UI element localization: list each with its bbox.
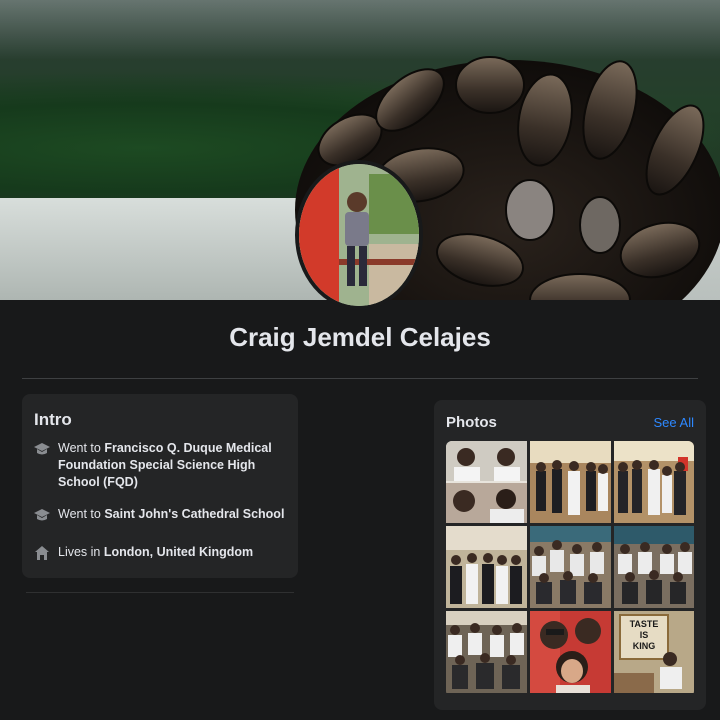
photo-thumbnail[interactable] [614,526,694,608]
intro-item-prefix: Lives in [58,545,104,559]
header-divider [22,378,698,379]
intro-item-text: Went to Saint John's Cathedral School [58,506,288,523]
photo-thumbnail[interactable] [446,611,527,693]
profile-name: Craig Jemdel Celajes [229,322,491,352]
intro-item-education-1: Went to Francisco Q. Duque Medical Found… [34,440,288,491]
intro-item-prefix: Went to [58,507,105,521]
graduation-cap-icon [34,443,50,455]
intro-divider [26,592,294,593]
intro-card: Intro Went to Francisco Q. Duque Medical… [22,394,298,578]
photo-thumbnail[interactable]: TASTE IS KING [614,611,694,693]
intro-item-location-link[interactable]: London, United Kingdom [104,545,253,559]
photo-thumbnail[interactable] [530,441,611,523]
intro-item-text: Went to Francisco Q. Duque Medical Found… [58,440,288,491]
photos-card: Photos See All TASTE IS KING [434,400,706,710]
intro-title: Intro [34,410,72,429]
intro-item-education-2: Went to Saint John's Cathedral School [34,506,288,523]
see-all-photos-link[interactable]: See All [654,415,694,430]
avatar-photo [299,164,419,306]
intro-item-prefix: Went to [58,441,105,455]
profile-avatar[interactable] [295,160,423,310]
intro-item-location: Lives in London, United Kingdom [34,544,288,561]
photo-thumbnail[interactable] [530,526,611,608]
home-icon [35,546,49,560]
photo-thumbnail[interactable] [614,441,694,523]
photos-title[interactable]: Photos [446,414,497,431]
photo-grid: TASTE IS KING [446,441,694,697]
photo-thumbnail[interactable] [446,526,527,608]
intro-item-school-link[interactable]: Saint John's Cathedral School [104,507,284,521]
photo-thumbnail[interactable] [530,611,611,693]
graduation-cap-icon [34,509,50,521]
intro-item-text: Lives in London, United Kingdom [58,544,288,561]
photo-thumbnail[interactable] [446,441,527,523]
